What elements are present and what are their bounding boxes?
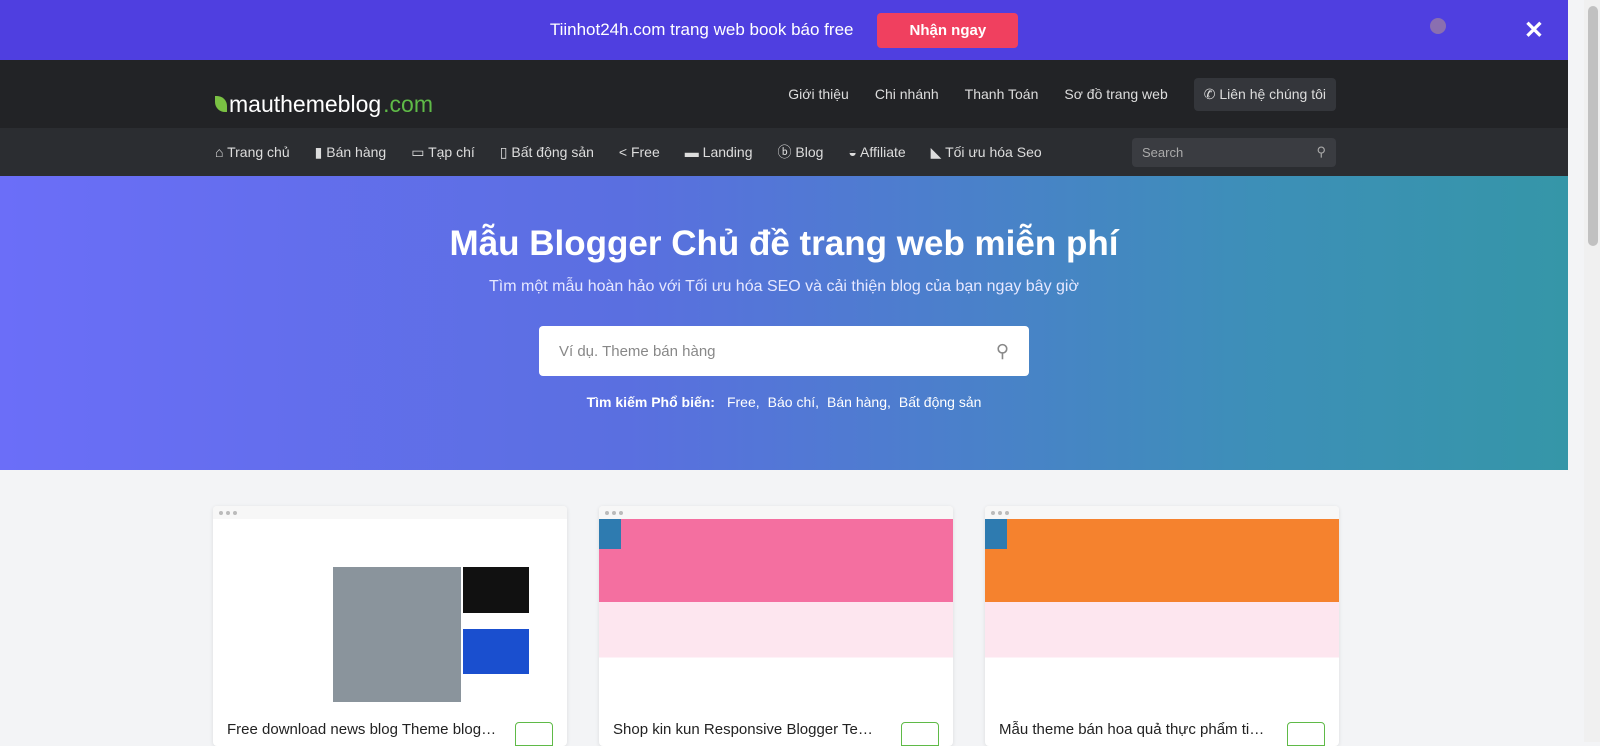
search-icon[interactable]: ⚲ — [996, 341, 1009, 362]
hero-search-placeholder: Ví dụ. Theme bán hàng — [559, 342, 716, 360]
template-thumbnail[interactable] — [599, 519, 953, 704]
menu-item-label: Bán hàng — [326, 143, 387, 160]
menu-item-label: Landing — [702, 144, 753, 160]
hero-title: Mẫu Blogger Chủ đề trang web miễn phí — [449, 224, 1119, 263]
contact-button[interactable]: ✆ Liên hệ chúng tôi — [1193, 77, 1336, 111]
scrollbar[interactable] — [1584, 0, 1600, 742]
menu-item[interactable]: ⌂ Trang chủ — [215, 144, 290, 160]
newspaper-icon: ▭ — [411, 143, 425, 160]
template-card[interactable]: Shop kin kun Responsive Blogger Template — [599, 506, 953, 746]
menu-item[interactable]: ▭ Tạp chí — [411, 144, 475, 161]
popular-link[interactable]: Bán hàng, — [827, 394, 891, 410]
close-icon[interactable]: ✕ — [1524, 16, 1544, 45]
main-menu: ⌂ Trang chủ ▮ Bán hàng ▭ Tạp chí ▯ Bất động… — [0, 128, 1568, 176]
nav-payment[interactable]: Thanh Toán — [965, 86, 1039, 102]
template-title[interactable]: Shop kin kun Responsive Blogger Template — [613, 721, 883, 738]
search-icon[interactable]: ⚲ — [1316, 144, 1326, 160]
template-action-button[interactable] — [901, 722, 939, 746]
template-thumbnail[interactable] — [985, 519, 1339, 704]
claim-button[interactable]: Nhận ngay — [877, 12, 1019, 48]
menu-item[interactable]: ▬ Landing — [685, 144, 753, 160]
home-icon: ⌂ — [215, 144, 224, 160]
ribbon-icon — [985, 519, 1007, 549]
promo-text: Tiinhot24h.com trang web book báo free — [549, 20, 854, 39]
ribbon-icon — [599, 519, 621, 549]
menu-item[interactable]: ▯ Bất động sản — [500, 144, 594, 161]
hero-subtitle: Tìm một mẫu hoàn hảo với Tối ưu hóa SEO … — [489, 278, 1079, 295]
logo-text: mauthemeblog — [229, 90, 382, 117]
building-icon: ▯ — [499, 143, 508, 160]
browser-chrome — [599, 506, 953, 519]
menu-item[interactable]: ◒ Affiliate — [848, 144, 905, 160]
popular-link[interactable]: Báo chí, — [768, 394, 819, 410]
affiliate-icon: ◒ — [848, 144, 857, 160]
share-icon: < — [618, 144, 628, 160]
menu-item-label: Trang chủ — [227, 144, 290, 160]
promo-bar: Tiinhot24h.com trang web book báo free N… — [0, 0, 1568, 60]
menu-item[interactable]: < Free — [619, 144, 660, 160]
template-grid: Free download news blog Theme blogspot S… — [0, 470, 1568, 746]
seo-icon: ◣ — [930, 143, 942, 160]
menu-item-label: Tạp chí — [428, 143, 475, 160]
site-logo[interactable]: mauthemeblog .com — [215, 91, 433, 118]
popular-link[interactable]: Bất động sản — [899, 394, 982, 410]
search-placeholder: Search — [1142, 144, 1184, 160]
contact-label: Liên hệ chúng tôi — [1219, 85, 1326, 102]
template-card[interactable]: Mẫu theme bán hoa quả thực phẩm tiêu chu… — [985, 506, 1339, 746]
leaf-icon — [215, 96, 227, 112]
nav-about[interactable]: Giới thiệu — [788, 86, 849, 102]
template-title[interactable]: Free download news blog Theme blogspot — [227, 721, 497, 738]
menu-item[interactable]: ▮ Bán hàng — [315, 144, 387, 161]
hero-search-input[interactable]: Ví dụ. Theme bán hàng ⚲ — [539, 326, 1029, 376]
bag-icon: ▮ — [314, 143, 323, 160]
popular-searches: Tìm kiếm Phổ biến: Free, Báo chí, Bán hà… — [0, 394, 1568, 410]
bell-icon[interactable] — [1430, 18, 1446, 34]
nav-sitemap[interactable]: Sơ đồ trang web — [1064, 86, 1167, 102]
popular-label: Tìm kiếm Phổ biến: — [586, 394, 715, 410]
popular-link[interactable]: Free, — [727, 394, 760, 410]
logo-tld: .com — [383, 90, 433, 117]
template-thumbnail[interactable] — [213, 519, 567, 704]
template-card[interactable]: Free download news blog Theme blogspot — [213, 506, 567, 746]
nav-branch[interactable]: Chi nhánh — [875, 86, 939, 102]
hero-section: Mẫu Blogger Chủ đề trang web miễn phí Tì… — [0, 176, 1568, 470]
menu-item-label: Affiliate — [860, 144, 906, 160]
template-action-button[interactable] — [515, 722, 553, 746]
menu-item[interactable]: ◣ Tối ưu hóa Seo — [931, 144, 1042, 161]
blogger-icon: ⓑ — [777, 144, 792, 160]
menu-item-label: Tối ưu hóa Seo — [945, 143, 1042, 160]
browser-chrome — [213, 506, 567, 519]
menu-item-label: Bất động sản — [511, 143, 594, 160]
phone-icon: ✆ — [1203, 85, 1220, 102]
menu-item-label: Free — [630, 144, 660, 160]
scrollbar-thumb[interactable] — [1588, 6, 1598, 246]
search-input[interactable]: Search ⚲ — [1132, 137, 1336, 167]
top-header: mauthemeblog .com Giới thiệu Chi nhánh Th… — [0, 60, 1568, 128]
browser-chrome — [985, 506, 1339, 519]
template-action-button[interactable] — [1287, 722, 1325, 746]
top-nav: Giới thiệu Chi nhánh Thanh Toán Sơ đồ tr… — [788, 77, 1336, 111]
template-title[interactable]: Mẫu theme bán hoa quả thực phẩm tiêu chu… — [999, 721, 1269, 738]
landing-icon: ▬ — [684, 144, 699, 160]
menu-item[interactable]: ⓑ Blog — [777, 142, 823, 162]
menu-item-label: Blog — [795, 144, 824, 160]
